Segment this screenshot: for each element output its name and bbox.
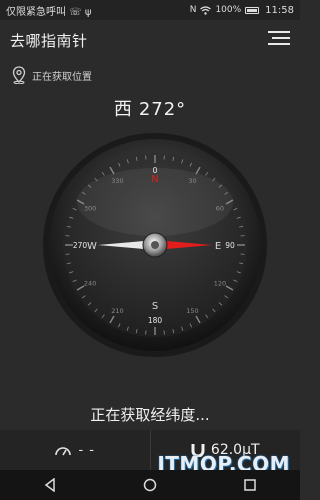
compass-dial: 0 30 60 90 120 150 180 210 240 270 300 330 N E S W: [40, 130, 270, 360]
home-icon: [143, 478, 157, 492]
wifi-icon: [200, 5, 212, 15]
speed-value: - -: [78, 442, 95, 458]
home-button[interactable]: [140, 475, 160, 495]
app-title: 去哪指南针: [10, 32, 88, 50]
location-pin-icon: [12, 66, 26, 84]
needle-hub-center: [151, 241, 159, 249]
compass-svg: 0306090120150180210240270300330 N E S W: [43, 133, 267, 357]
battery-percent: 100%: [215, 5, 242, 15]
system-nav-bar: [0, 470, 300, 500]
coordinates-status: 正在获取经纬度...: [90, 406, 210, 424]
degree-label: 180: [148, 316, 163, 325]
battery-icon: [245, 6, 260, 14]
menu-icon[interactable]: [266, 28, 292, 48]
degree-label: 270: [73, 241, 88, 250]
status-bar: 仅限紧急呼叫 ☏ ψ N 100% 11:58: [0, 0, 300, 20]
cardinal-east: E: [215, 241, 221, 252]
degree-label: 30: [188, 177, 196, 185]
cardinal-west: W: [87, 241, 97, 252]
location-text: 正在获取位置: [32, 71, 92, 83]
clock: 11:58: [265, 4, 294, 16]
heading-degrees: 272°: [138, 99, 187, 120]
degree-label: 90: [225, 241, 235, 250]
recents-icon: [244, 479, 256, 491]
cardinal-north: N: [151, 174, 158, 185]
degree-label: 150: [186, 307, 198, 315]
degree-label: 330: [111, 177, 123, 185]
carrier-text: 仅限紧急呼叫 ☏ ψ: [6, 6, 92, 18]
speed-cell: - -: [0, 430, 150, 470]
nfc-icon: N: [189, 5, 197, 15]
cardinal-south: S: [152, 301, 158, 312]
speedometer-icon: [55, 447, 72, 456]
heading-direction: 西: [113, 99, 133, 120]
heading-readout: 西 272°: [0, 95, 300, 121]
degree-label: 60: [216, 205, 224, 213]
location-row[interactable]: 正在获取位置: [12, 66, 92, 84]
back-icon: [44, 478, 55, 492]
degree-label: 210: [111, 307, 123, 315]
degree-label: 120: [214, 280, 226, 288]
recents-button[interactable]: [240, 475, 260, 495]
degree-label: 300: [84, 205, 96, 213]
degree-label: 240: [84, 280, 96, 288]
back-button[interactable]: [40, 475, 60, 495]
